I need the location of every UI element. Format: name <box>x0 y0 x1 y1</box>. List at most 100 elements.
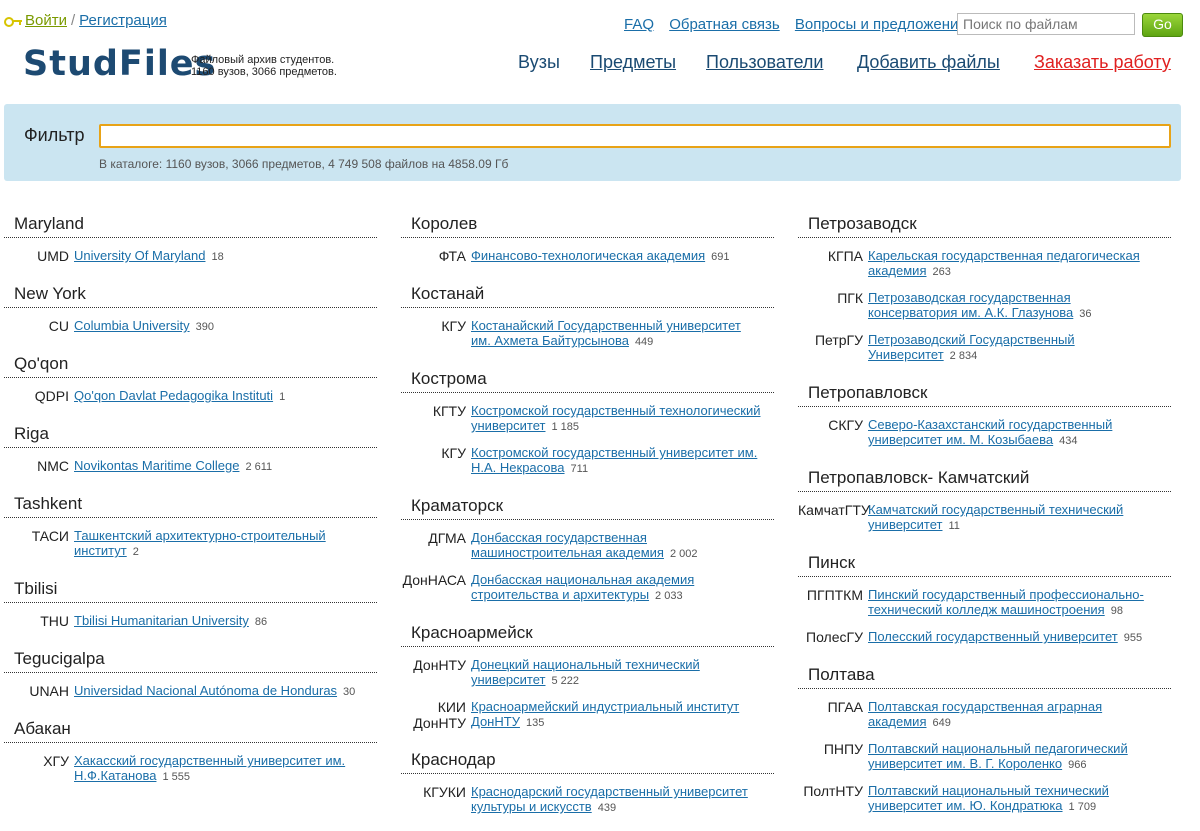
university-link[interactable]: Донецкий национальный технический универ… <box>471 657 700 687</box>
nav-subjects[interactable]: Предметы <box>590 52 676 73</box>
university-entry: Qo'qon Davlat Pedagogika Instituti 1 <box>74 388 366 405</box>
city-heading: Riga <box>4 420 377 448</box>
file-count: 691 <box>711 251 730 263</box>
university-entry: Донбасская национальная академия строите… <box>471 572 763 604</box>
filter-label: Фильтр <box>24 125 85 145</box>
university-link[interactable]: Полтавская государственная аграрная акад… <box>868 699 1102 729</box>
city-heading: Королев <box>401 210 774 238</box>
city-heading: Петрозаводск <box>798 210 1171 238</box>
nav-add-files[interactable]: Добавить файлы <box>857 52 1000 73</box>
login-link[interactable]: Войти <box>25 12 67 29</box>
search-input[interactable] <box>957 13 1135 35</box>
nav-order-work[interactable]: Заказать работу <box>1034 52 1171 73</box>
university-abbr: ПетрГУ <box>814 332 863 348</box>
university-link[interactable]: Полтавский национальный педагогический у… <box>868 741 1128 771</box>
city-group: Петрозаводск КГПА Карельская государственн… <box>798 210 1171 364</box>
city-group: New York CU Columbia University 390 <box>4 280 377 335</box>
university-link[interactable]: Петрозаводская государственная консерват… <box>868 290 1073 320</box>
university-link[interactable]: Красноармейский индустриальный институт … <box>471 699 739 729</box>
file-count: 5 222 <box>551 675 580 687</box>
university-link[interactable]: Донбасская государственная машиностроите… <box>471 530 664 560</box>
feedback-link[interactable]: Обратная связь <box>669 16 780 33</box>
university-row: ДонНАСА Донбасская национальная академия … <box>401 572 774 604</box>
logo[interactable]: StudFiles <box>23 44 216 84</box>
university-link[interactable]: Костромской государственный университет … <box>471 445 757 475</box>
top-links: FAQ Обратная связь Вопросы и предложения <box>624 16 978 33</box>
university-link[interactable]: Карельская государственная педагогическа… <box>868 248 1140 278</box>
city-heading: Костанай <box>401 280 774 308</box>
university-abbr: КИИ ДонНТУ <box>413 699 466 731</box>
file-count: 449 <box>634 336 654 348</box>
university-entry: Полесский государственный университет 955 <box>868 629 1160 646</box>
university-abbr: CU <box>48 318 69 334</box>
file-count: 390 <box>195 321 214 333</box>
university-link[interactable]: Пинский государственный профессионально-… <box>868 587 1144 617</box>
city-heading: Qo'qon <box>4 350 377 378</box>
faq-link[interactable]: FAQ <box>624 16 654 33</box>
university-link[interactable]: Костромской государственный технологичес… <box>471 403 760 433</box>
city-group: Maryland UMD University Of Maryland 18 <box>4 210 377 265</box>
university-abbr: ДонНАСА <box>402 572 466 588</box>
university-entry: Полтавский национальный технический унив… <box>868 783 1160 815</box>
university-row: ХГУ Хакасский государственный университет… <box>4 753 377 785</box>
university-row: КГУ Костромской государственный университ… <box>401 445 774 477</box>
university-entry: Краснодарский государственный университе… <box>471 784 763 816</box>
filter-input[interactable] <box>99 124 1171 148</box>
university-entry: Костанайский Государственный университет… <box>471 318 763 350</box>
nav-users[interactable]: Пользователи <box>706 52 823 73</box>
register-link[interactable]: Регистрация <box>79 12 167 29</box>
university-link[interactable]: Novikontas Maritime College <box>74 458 239 473</box>
university-row: КИИ ДонНТУ Красноармейский индустриальный… <box>401 699 774 731</box>
university-link[interactable]: University Of Maryland <box>74 248 205 263</box>
tagline-line-2: 1160 вузов, 3066 предметов. <box>191 66 337 78</box>
city-group: Петропавловск- Камчатский КамчатГТУ Камчат… <box>798 464 1171 534</box>
university-row: ПолтНТУ Полтавский национальный техническ… <box>798 783 1171 815</box>
university-abbr: THU <box>40 613 69 629</box>
university-link[interactable]: Columbia University <box>74 318 190 333</box>
search-go-button[interactable]: Go <box>1142 13 1183 37</box>
file-count: 711 <box>570 463 589 475</box>
file-count: 2 611 <box>245 461 273 473</box>
university-link[interactable]: Финансово-технологическая академия <box>471 248 705 263</box>
file-count: 36 <box>1079 308 1092 320</box>
file-count: 2 <box>132 546 139 558</box>
university-link[interactable]: Universidad Nacional Autónoma de Hondura… <box>74 683 337 698</box>
file-count: 2 033 <box>655 590 683 602</box>
university-abbr: UNAH <box>29 683 69 699</box>
file-count: 135 <box>525 717 545 729</box>
city-group: Королев ФТА Финансово-технологическая акад… <box>401 210 774 265</box>
university-row: ПГПТКМ Пинский государственный профессион… <box>798 587 1171 619</box>
university-link[interactable]: Костанайский Государственный университет… <box>471 318 741 348</box>
nav-universities[interactable]: Вузы <box>518 52 560 73</box>
university-link[interactable]: Полесский государственный университет <box>868 629 1118 644</box>
university-row: КГПА Карельская государственная педагогич… <box>798 248 1171 280</box>
suggestions-link[interactable]: Вопросы и предложения <box>795 16 967 33</box>
catalog-info: В каталоге: 1160 вузов, 3066 предметов, … <box>99 157 509 171</box>
city-group: Пинск ПГПТКМ Пинский государственный профе… <box>798 549 1171 646</box>
university-row: КГУКИ Краснодарский государственный униве… <box>401 784 774 816</box>
university-abbr: КГУ <box>441 318 466 334</box>
university-abbr: ДГМА <box>428 530 466 546</box>
file-count: 955 <box>1123 632 1143 644</box>
university-abbr: КГУ <box>441 445 466 461</box>
university-link[interactable]: Qo'qon Davlat Pedagogika Instituti <box>74 388 273 403</box>
university-row: THU Tbilisi Humanitarian University 86 <box>4 613 377 630</box>
city-group: Qo'qon QDPI Qo'qon Davlat Pedagogika Insti… <box>4 350 377 405</box>
auth-separator: / <box>70 12 76 29</box>
university-entry: Петрозаводский Государственный Университ… <box>868 332 1160 364</box>
university-abbr: КГУКИ <box>423 784 466 800</box>
university-entry: Universidad Nacional Autónoma de Hondura… <box>74 683 366 700</box>
file-count: 98 <box>1110 605 1123 617</box>
file-count: 11 <box>948 520 960 532</box>
university-link[interactable]: Tbilisi Humanitarian University <box>74 613 249 628</box>
university-link[interactable]: Хакасский государственный университет им… <box>74 753 345 783</box>
university-row: ФТА Финансово-технологическая академия 691 <box>401 248 774 265</box>
university-entry: Донбасская государственная машиностроите… <box>471 530 763 562</box>
city-group: Краснодар КГУКИ Краснодарский государствен… <box>401 746 774 816</box>
university-row: ДонНТУ Донецкий национальный технический … <box>401 657 774 689</box>
city-heading: Полтава <box>798 661 1171 689</box>
university-link[interactable]: Ташкентский архитектурно-строительный ин… <box>74 528 326 558</box>
university-abbr: UMD <box>37 248 69 264</box>
university-link[interactable]: Камчатский государственный технический у… <box>868 502 1123 532</box>
university-row: ТАСИ Ташкентский архитектурно-строительны… <box>4 528 377 560</box>
